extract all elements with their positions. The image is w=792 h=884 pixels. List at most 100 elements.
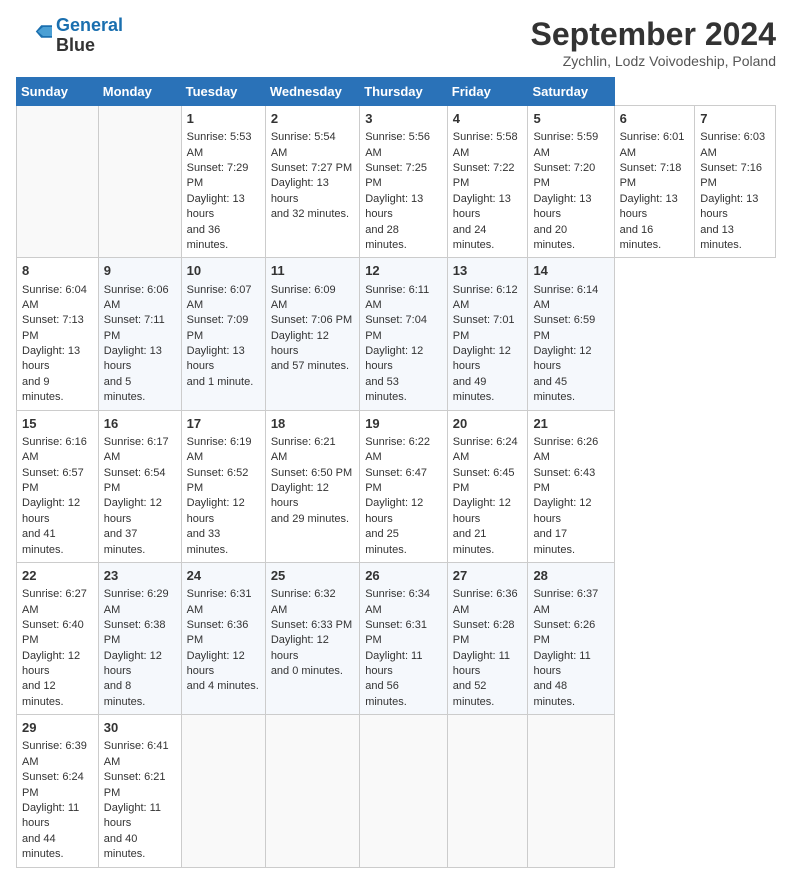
- table-row: [98, 106, 181, 258]
- cell-line: Sunset: 7:27 PM: [271, 161, 354, 176]
- cell-line: Sunset: 7:18 PM: [620, 161, 690, 192]
- calendar-week-row: 8 Sunrise: 6:04 AMSunset: 7:13 PM Daylight…: [17, 258, 776, 410]
- day-number: 12: [365, 262, 442, 280]
- cell-line: Sunset: 6:54 PM: [104, 466, 176, 497]
- col-sunday: Sunday: [17, 78, 99, 106]
- col-monday: Monday: [98, 78, 181, 106]
- cell-line: Sunrise: 6:01 AM: [620, 130, 690, 161]
- cell-line: Daylight: 11 hours: [453, 649, 523, 680]
- logo-line2: Blue: [56, 36, 123, 56]
- col-thursday: Thursday: [360, 78, 448, 106]
- cell-line: Sunrise: 6:07 AM: [187, 283, 260, 314]
- cell-line: Sunset: 7:06 PM: [271, 313, 354, 328]
- cell-line: Daylight: 13 hours: [187, 192, 260, 223]
- cell-line: Sunset: 6:59 PM: [533, 313, 608, 344]
- table-row: 29Sunrise: 6:39 AMSunset: 6:24 PMDayligh…: [17, 715, 99, 867]
- table-row: 26Sunrise: 6:34 AMSunset: 6:31 PMDayligh…: [360, 562, 448, 714]
- cell-line: Sunrise: 6:24 AM: [453, 435, 523, 466]
- day-number: 7: [700, 110, 770, 128]
- day-number: 8: [22, 262, 93, 280]
- cell-line: Sunrise: 6:09 AM: [271, 283, 354, 314]
- calendar-table: Sunday Monday Tuesday Wednesday Thursday…: [16, 77, 776, 868]
- cell-line: Sunrise: 5:56 AM: [365, 130, 442, 161]
- cell-line: Sunset: 6:43 PM: [533, 466, 608, 497]
- cell-line: Daylight: 12 hours: [187, 496, 260, 527]
- cell-line: Daylight: 12 hours: [453, 344, 523, 375]
- day-number: 18: [271, 415, 354, 433]
- cell-line: and 28 minutes.: [365, 223, 442, 254]
- title-block: September 2024 Zychlin, Lodz Voivodeship…: [531, 16, 776, 69]
- day-number: 26: [365, 567, 442, 585]
- day-number: 22: [22, 567, 93, 585]
- table-row: 27Sunrise: 6:36 AMSunset: 6:28 PMDayligh…: [447, 562, 528, 714]
- table-row: 1Sunrise: 5:53 AMSunset: 7:29 PMDaylight…: [181, 106, 265, 258]
- day-number: 15: [22, 415, 93, 433]
- cell-line: Sunset: 6:50 PM: [271, 466, 354, 481]
- cell-line: and 21 minutes.: [453, 527, 523, 558]
- day-number: 28: [533, 567, 608, 585]
- cell-line: and 57 minutes.: [271, 359, 354, 374]
- day-number: 21: [533, 415, 608, 433]
- cell-line: and 20 minutes.: [533, 223, 608, 254]
- table-row: 3Sunrise: 5:56 AMSunset: 7:25 PMDaylight…: [360, 106, 448, 258]
- cell-line: Sunset: 6:24 PM: [22, 770, 93, 801]
- cell-line: Sunset: 7:13 PM: [22, 313, 93, 344]
- col-tuesday: Tuesday: [181, 78, 265, 106]
- cell-line: Sunset: 6:21 PM: [104, 770, 176, 801]
- cell-line: and 41 minutes.: [22, 527, 93, 558]
- cell-line: Sunrise: 6:21 AM: [271, 435, 354, 466]
- table-row: 14Sunrise: 6:14 AMSunset: 6:59 PMDayligh…: [528, 258, 614, 410]
- cell-line: Sunrise: 6:16 AM: [22, 435, 93, 466]
- table-row: [360, 715, 448, 867]
- table-row: 24Sunrise: 6:31 AMSunset: 6:36 PMDayligh…: [181, 562, 265, 714]
- cell-line: and 53 minutes.: [365, 375, 442, 406]
- day-number: 13: [453, 262, 523, 280]
- logo-icon: [16, 18, 52, 54]
- table-row: 6Sunrise: 6:01 AMSunset: 7:18 PMDaylight…: [614, 106, 695, 258]
- cell-line: Sunset: 7:25 PM: [365, 161, 442, 192]
- cell-line: and 5 minutes.: [104, 375, 176, 406]
- cell-line: Daylight: 11 hours: [365, 649, 442, 680]
- cell-line: Daylight: 12 hours: [365, 344, 442, 375]
- cell-line: and 40 minutes.: [104, 832, 176, 863]
- table-row: [17, 106, 99, 258]
- cell-line: Daylight: 13 hours: [104, 344, 176, 375]
- table-row: 11Sunrise: 6:09 AMSunset: 7:06 PMDayligh…: [265, 258, 359, 410]
- day-number: 20: [453, 415, 523, 433]
- cell-line: and 16 minutes.: [620, 223, 690, 254]
- cell-line: Sunset: 6:33 PM: [271, 618, 354, 633]
- cell-line: Sunrise: 6:34 AM: [365, 587, 442, 618]
- cell-line: Sunrise: 6:41 AM: [104, 739, 176, 770]
- cell-line: Sunset: 6:57 PM: [22, 466, 93, 497]
- col-friday: Friday: [447, 78, 528, 106]
- cell-line: and 1 minute.: [187, 375, 260, 390]
- cell-line: and 0 minutes.: [271, 664, 354, 679]
- calendar-week-row: 22Sunrise: 6:27 AMSunset: 6:40 PMDayligh…: [17, 562, 776, 714]
- table-row: 9Sunrise: 6:06 AMSunset: 7:11 PMDaylight…: [98, 258, 181, 410]
- cell-line: and 45 minutes.: [533, 375, 608, 406]
- cell-line: Sunrise: 6:06 AM: [104, 283, 176, 314]
- cell-line: Daylight: 12 hours: [187, 649, 260, 680]
- cell-line: Sunrise: 6:04 AM: [22, 283, 93, 314]
- table-row: [447, 715, 528, 867]
- table-row: 10Sunrise: 6:07 AMSunset: 7:09 PMDayligh…: [181, 258, 265, 410]
- day-number: 24: [187, 567, 260, 585]
- cell-line: Daylight: 12 hours: [533, 344, 608, 375]
- col-saturday: Saturday: [528, 78, 614, 106]
- cell-line: Sunrise: 6:32 AM: [271, 587, 354, 618]
- table-row: 16Sunrise: 6:17 AMSunset: 6:54 PMDayligh…: [98, 410, 181, 562]
- day-number: 14: [533, 262, 608, 280]
- cell-line: Sunrise: 6:29 AM: [104, 587, 176, 618]
- table-row: 20Sunrise: 6:24 AMSunset: 6:45 PMDayligh…: [447, 410, 528, 562]
- cell-line: Sunrise: 5:53 AM: [187, 130, 260, 161]
- table-row: 13Sunrise: 6:12 AMSunset: 7:01 PMDayligh…: [447, 258, 528, 410]
- cell-line: Daylight: 11 hours: [533, 649, 608, 680]
- cell-line: and 36 minutes.: [187, 223, 260, 254]
- cell-line: Sunset: 6:26 PM: [533, 618, 608, 649]
- cell-line: Sunrise: 6:26 AM: [533, 435, 608, 466]
- cell-line: Sunrise: 6:17 AM: [104, 435, 176, 466]
- table-row: 4Sunrise: 5:58 AMSunset: 7:22 PMDaylight…: [447, 106, 528, 258]
- table-row: 25Sunrise: 6:32 AMSunset: 6:33 PMDayligh…: [265, 562, 359, 714]
- month-title: September 2024: [531, 16, 776, 53]
- day-number: 5: [533, 110, 608, 128]
